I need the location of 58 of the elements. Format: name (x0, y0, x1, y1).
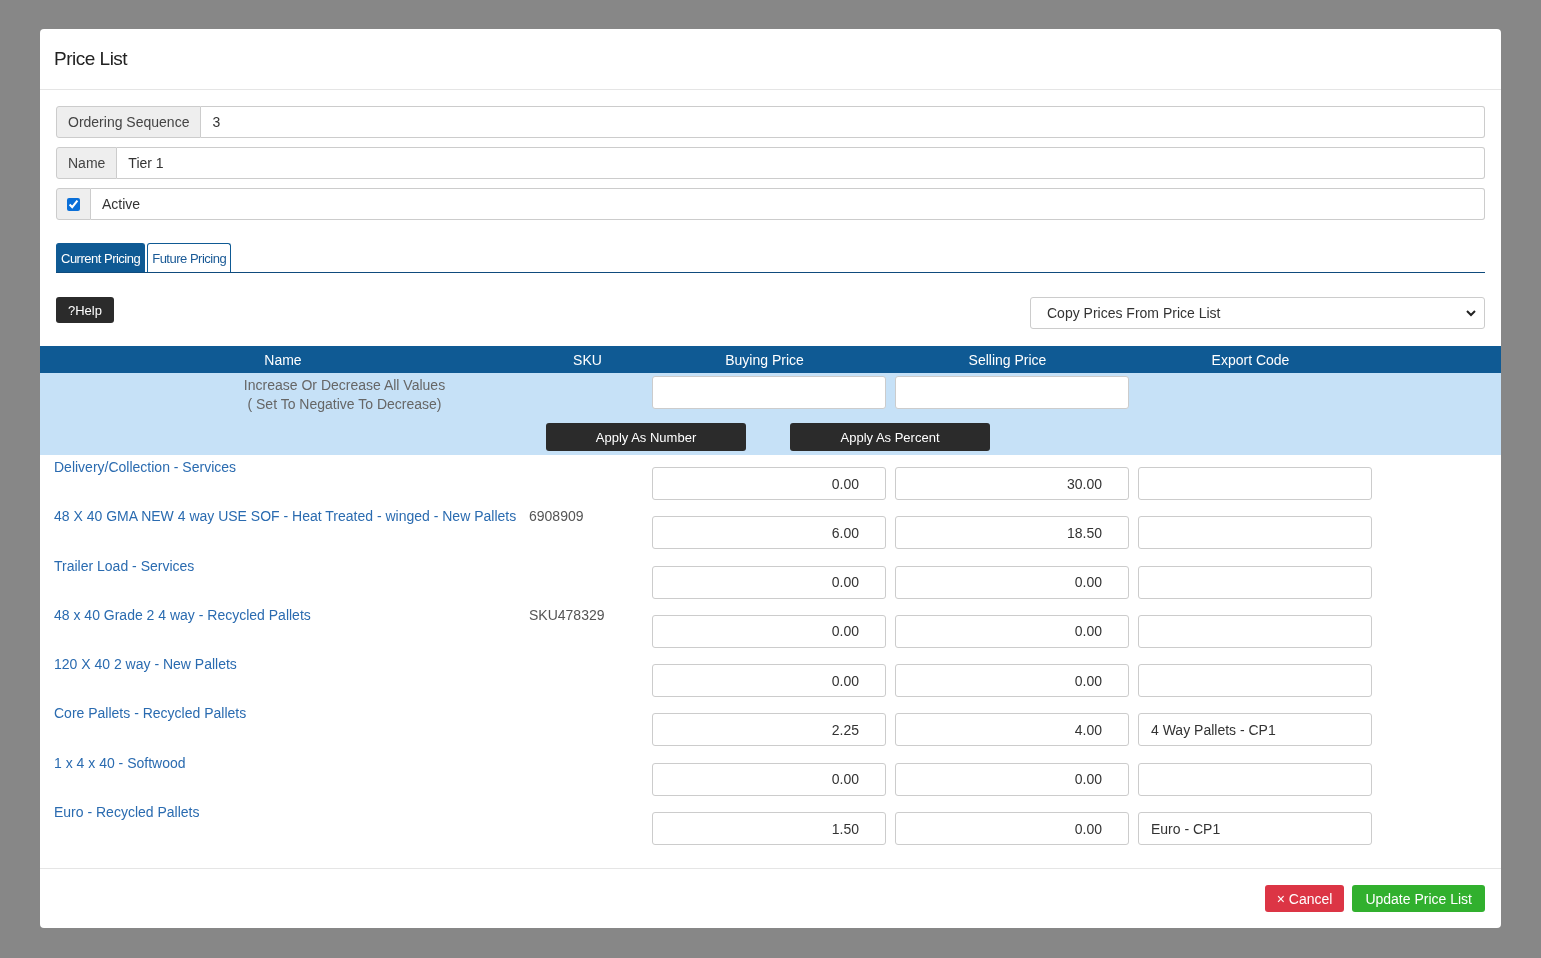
selling-price-field[interactable]: 4.00 (895, 713, 1129, 747)
input-field[interactable]: 3 (201, 106, 1485, 138)
apply-percent-button[interactable]: Apply As Percent (790, 423, 990, 451)
help-button[interactable]: ?Help (56, 297, 114, 323)
adjust-label: Increase Or Decrease All Values (243, 376, 446, 395)
column-header: SKU (572, 351, 603, 368)
product-link[interactable]: 120 X 40 2 way - New Pallets (54, 656, 237, 673)
export-code-field[interactable] (1138, 762, 1372, 796)
tab[interactable]: Future Pricing (147, 243, 232, 272)
input-field[interactable]: Tier 1 (117, 147, 1485, 179)
selling-price-field[interactable]: 0.00 (895, 565, 1129, 599)
column-header: Selling Price (967, 351, 1048, 368)
export-code-field[interactable] (1138, 565, 1372, 599)
column-header: Export Code (1210, 351, 1291, 368)
cancel-button[interactable]: × Cancel (1264, 885, 1345, 912)
buying-price-field[interactable]: 0.00 (652, 565, 886, 599)
product-link[interactable]: Trailer Load - Services (54, 557, 195, 574)
buying-price-field[interactable]: 0.00 (652, 762, 886, 796)
chevron-down-icon (1466, 309, 1476, 317)
selling-price-field[interactable]: 0.00 (895, 812, 1129, 846)
buying-price-field[interactable]: 6.00 (652, 516, 886, 550)
buying-price-field[interactable]: 0.00 (652, 467, 886, 500)
tab[interactable]: Current Pricing (56, 243, 146, 272)
buying-adjust-field[interactable] (652, 376, 886, 409)
copy-prices-dropdown[interactable]: Copy Prices From Price List (1030, 297, 1485, 329)
checkbox-label: Active (91, 188, 1485, 220)
export-code-field[interactable]: Euro - CP1 (1138, 812, 1372, 846)
export-code-field[interactable] (1138, 664, 1372, 698)
sku-text: 6908909 (529, 508, 584, 525)
dialog-title: Price List (54, 48, 128, 70)
product-link[interactable]: 1 x 4 x 40 - Softwood (54, 754, 186, 771)
selling-price-field[interactable]: 0.00 (895, 614, 1129, 648)
column-header: Name (263, 351, 303, 368)
product-link[interactable]: 48 X 40 GMA NEW 4 way USE SOF - Heat Treated - winged - New Pallets (54, 508, 517, 525)
product-link[interactable]: 48 x 40 Grade 2 4 way - Recycled Pallets (54, 606, 311, 623)
export-code-field[interactable] (1138, 467, 1372, 500)
apply-number-button[interactable]: Apply As Number (546, 423, 746, 451)
product-link[interactable]: Core Pallets - Recycled Pallets (54, 705, 247, 722)
field-label: Name (56, 147, 118, 179)
selling-price-field[interactable]: 30.00 (895, 467, 1129, 500)
selling-price-field[interactable]: 0.00 (895, 762, 1129, 796)
sku-text: SKU478329 (529, 606, 605, 623)
selling-adjust-field[interactable] (895, 376, 1129, 409)
checkbox[interactable] (67, 197, 80, 211)
selling-price-field[interactable]: 0.00 (895, 664, 1129, 698)
field-label: Ordering Sequence (56, 106, 202, 138)
export-code-field[interactable] (1138, 614, 1372, 648)
export-code-field[interactable] (1138, 516, 1372, 550)
selling-price-field[interactable]: 18.50 (895, 516, 1129, 550)
product-link[interactable]: Euro - Recycled Pallets (54, 804, 200, 821)
export-code-field[interactable]: 4 Way Pallets - CP1 (1138, 713, 1372, 747)
buying-price-field[interactable]: 0.00 (652, 664, 886, 698)
product-link[interactable]: Delivery/Collection - Services (54, 459, 237, 475)
column-header: Buying Price (724, 351, 805, 368)
buying-price-field[interactable]: 2.25 (652, 713, 886, 747)
buying-price-field[interactable]: 0.00 (652, 614, 886, 648)
adjust-label: ( Set To Negative To Decrease) (247, 395, 442, 414)
buying-price-field[interactable]: 1.50 (652, 812, 886, 846)
